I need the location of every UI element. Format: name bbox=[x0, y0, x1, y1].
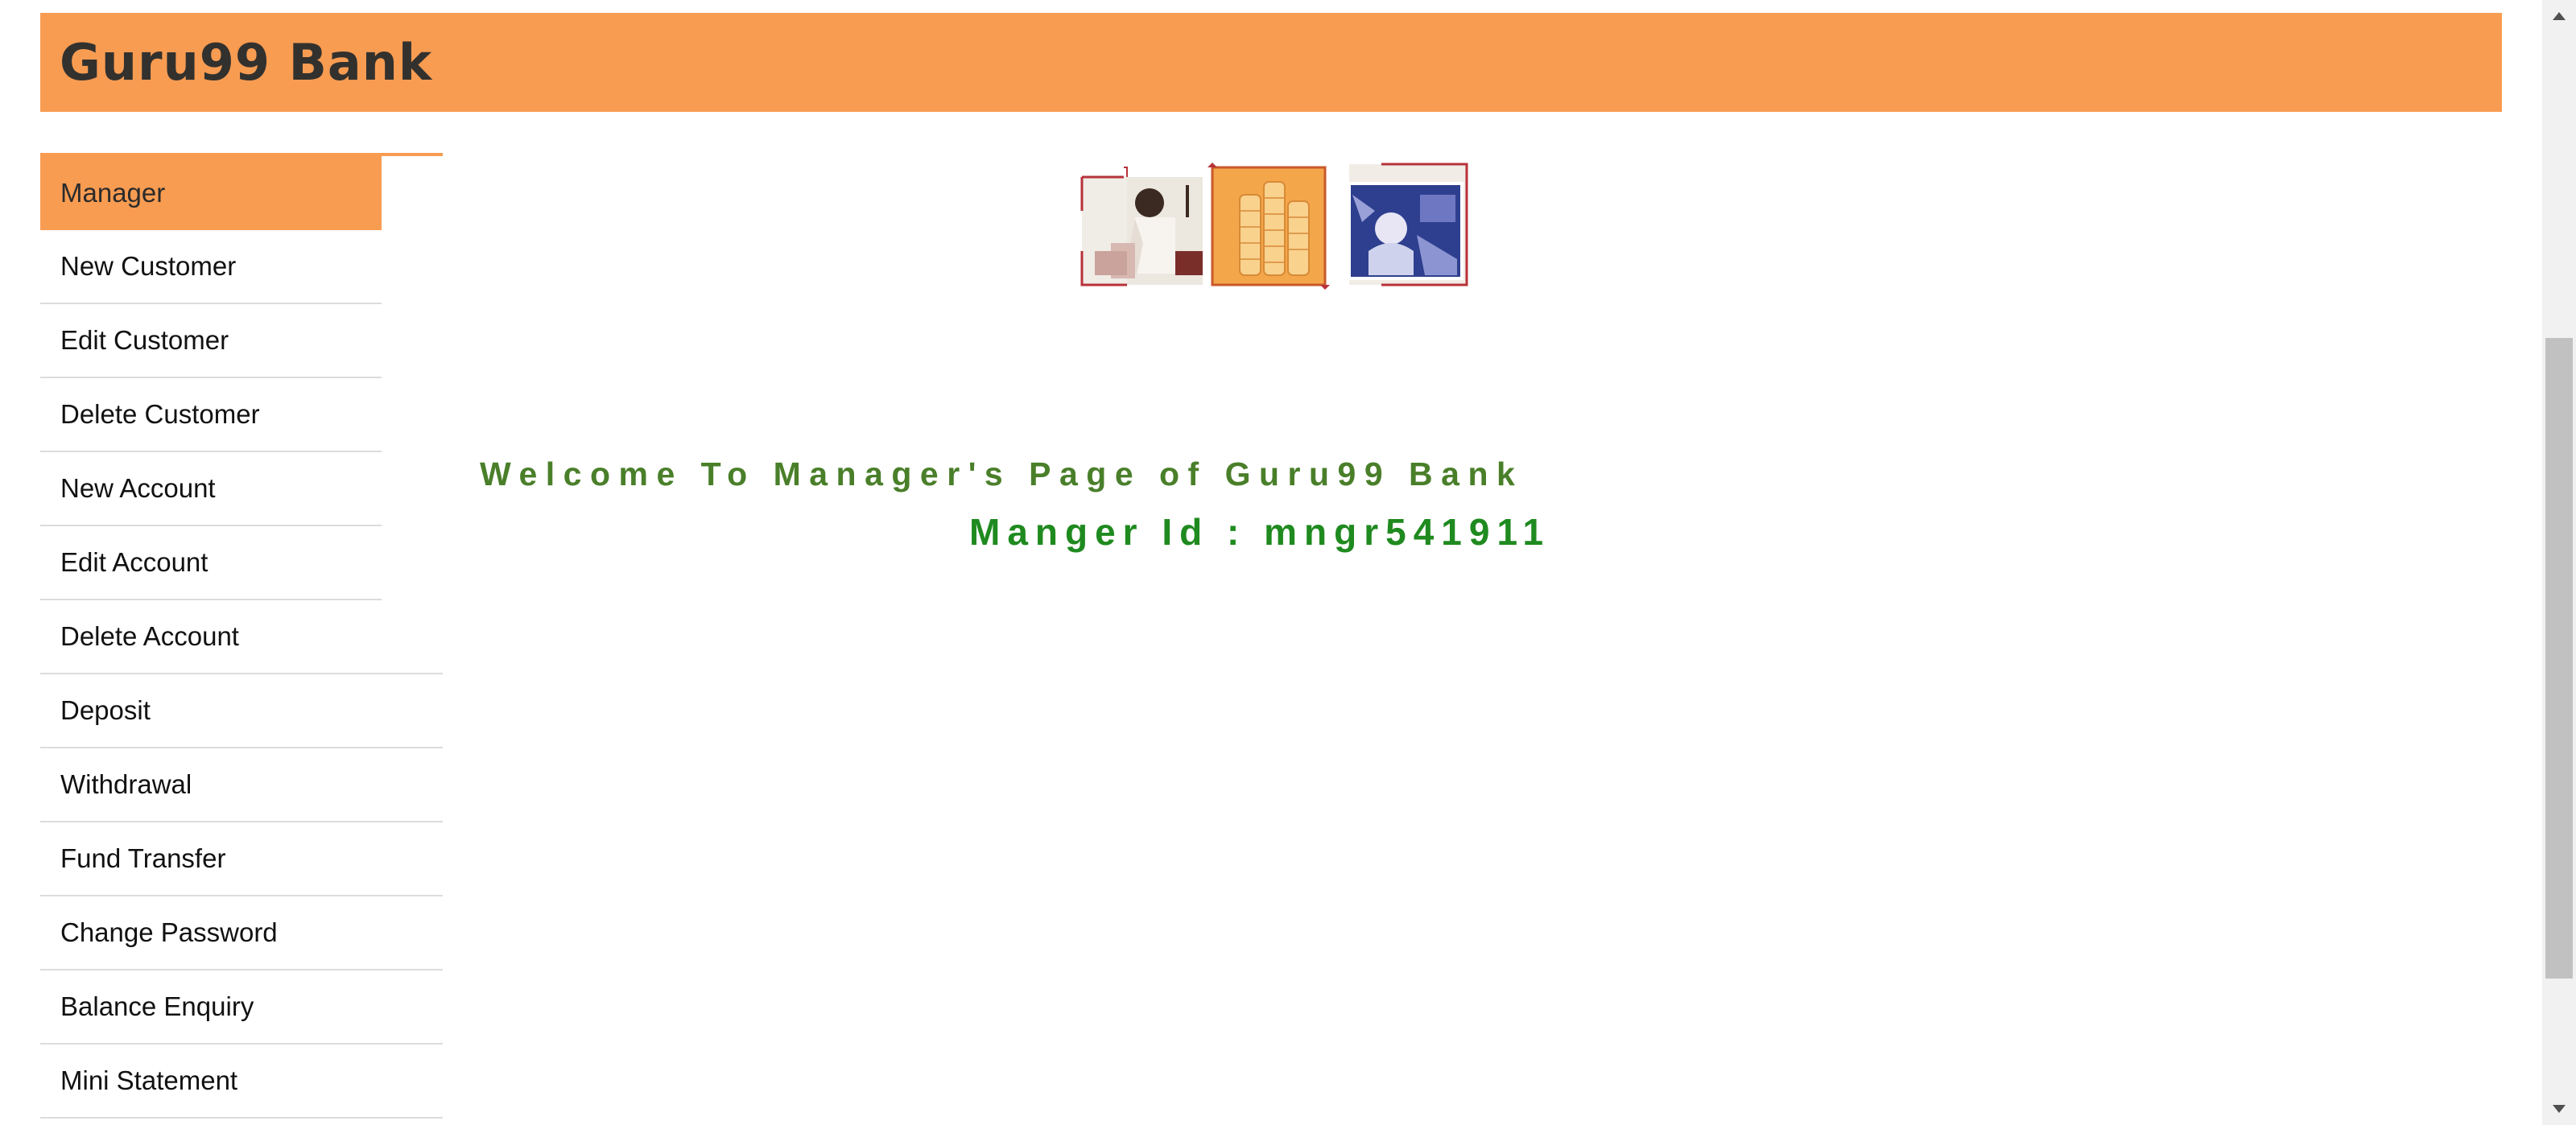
sidebar-item-label: Delete Account bbox=[60, 621, 239, 651]
banner-image-phone-man bbox=[1080, 167, 1203, 286]
sidebar-item-new-account[interactable]: New Account bbox=[40, 452, 382, 526]
banner-image-office-woman bbox=[1348, 163, 1468, 286]
sidebar-item-label: Deposit bbox=[60, 695, 151, 725]
sidebar-item-change-password[interactable]: Change Password bbox=[40, 896, 443, 970]
header-bar: Guru99 Bank bbox=[40, 13, 2502, 112]
sidebar-item-new-customer[interactable]: New Customer bbox=[40, 230, 382, 304]
sidebar-item-label: Fund Transfer bbox=[60, 843, 226, 873]
chevron-up-icon[interactable] bbox=[2542, 0, 2576, 32]
sidebar-item-balance-enquiry[interactable]: Balance Enquiry bbox=[40, 970, 443, 1045]
sidebar-item-label: Edit Customer bbox=[60, 325, 229, 355]
sidebar-item-label: Manager bbox=[60, 178, 166, 208]
sidebar-item-delete-customer[interactable]: Delete Customer bbox=[40, 378, 382, 452]
sidebar-item-delete-account[interactable]: Delete Account bbox=[40, 600, 443, 674]
sidebar-item-label: New Customer bbox=[60, 251, 237, 281]
sidebar-item-label: Delete Customer bbox=[60, 399, 260, 429]
chevron-down-icon[interactable] bbox=[2542, 1093, 2576, 1125]
page: Guru99 Bank Manager New Customer Edit Cu… bbox=[0, 0, 2576, 1125]
sidebar-item-fund-transfer[interactable]: Fund Transfer bbox=[40, 822, 443, 896]
manager-id-text: Manger Id : mngr541911 bbox=[969, 511, 1551, 553]
sidebar-item-label: Edit Account bbox=[60, 547, 208, 577]
sidebar-item-edit-customer[interactable]: Edit Customer bbox=[40, 304, 382, 378]
sidebar-item-manager[interactable]: Manager bbox=[40, 156, 382, 230]
scrollbar-thumb[interactable] bbox=[2545, 338, 2573, 979]
sidebar-item-withdrawal[interactable]: Withdrawal bbox=[40, 748, 443, 822]
sidebar-item-label: Change Password bbox=[60, 917, 278, 947]
sidebar-item-label: Mini Statement bbox=[60, 1065, 238, 1095]
sidebar-item-label: Balance Enquiry bbox=[60, 991, 254, 1021]
bank-banner-images bbox=[1079, 163, 1470, 290]
vertical-scrollbar[interactable] bbox=[2542, 0, 2576, 1125]
sidebar-item-mini-statement[interactable]: Mini Statement bbox=[40, 1045, 443, 1119]
banner-image-coins bbox=[1208, 163, 1330, 290]
sidebar-item-label: Withdrawal bbox=[60, 769, 192, 799]
brand-title: Guru99 Bank bbox=[60, 33, 433, 92]
welcome-heading: Welcome To Manager's Page of Guru99 Bank bbox=[480, 455, 1524, 492]
sidebar-item-label: New Account bbox=[60, 473, 216, 503]
sidebar-item-edit-account[interactable]: Edit Account bbox=[40, 526, 382, 600]
sidebar-item-deposit[interactable]: Deposit bbox=[40, 674, 443, 748]
